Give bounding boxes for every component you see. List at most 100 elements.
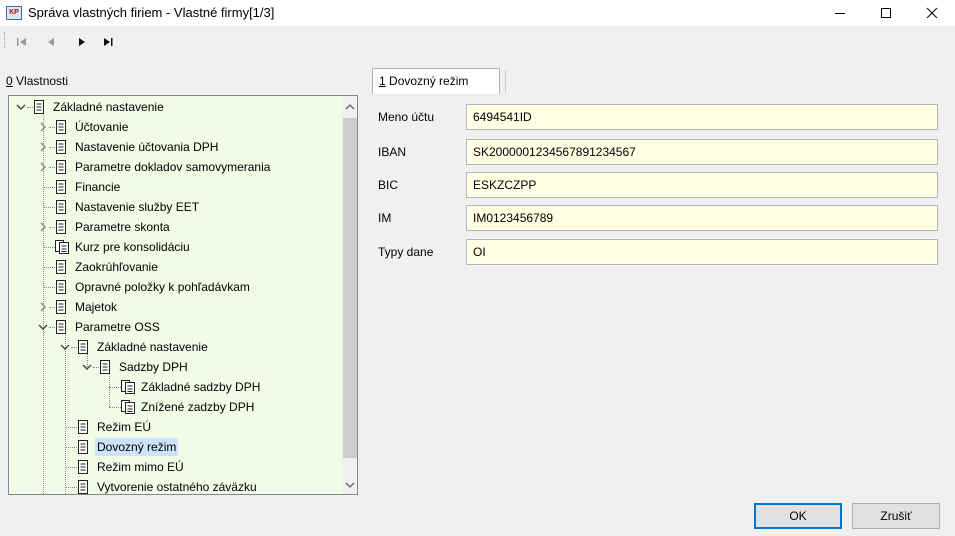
tree-item-label: Parametre skonta — [75, 220, 170, 234]
chevron-up-icon — [345, 103, 355, 109]
tree-item-label: Základné sadzby DPH — [141, 380, 261, 394]
maximize-icon — [881, 8, 891, 18]
tree-scrollbar[interactable] — [342, 96, 357, 494]
chevron-right-icon[interactable] — [37, 137, 49, 157]
tree-connector — [43, 207, 55, 208]
tree-item[interactable]: Základné nastavenie — [9, 337, 341, 357]
last-record-button[interactable] — [100, 36, 116, 48]
im-field[interactable]: IM0123456789 — [466, 205, 938, 231]
tree-item-label: Zaokrúhľovanie — [75, 260, 158, 274]
tree-item-label: Nastavenie služby EET — [75, 200, 200, 214]
tax-types-label: Typy dane — [378, 245, 434, 259]
first-record-button[interactable] — [15, 36, 31, 48]
documents-icon — [55, 240, 69, 254]
tree-item[interactable]: Režim mimo EÚ — [9, 457, 341, 477]
tree-item[interactable]: Režim EÚ — [9, 417, 341, 437]
document-icon — [77, 420, 89, 434]
document-icon — [55, 260, 67, 274]
tree-item-label: Opravné položky k pohľadávkam — [75, 280, 250, 294]
tree-item-label: Sadzby DPH — [119, 360, 188, 374]
document-icon — [33, 100, 45, 114]
tree-item[interactable]: Dovozný režim — [9, 437, 341, 457]
tree-connector — [43, 287, 55, 288]
document-icon — [77, 480, 89, 494]
chevron-down-icon[interactable] — [59, 337, 71, 357]
close-button[interactable] — [909, 0, 955, 26]
tree-item[interactable]: Kurz pre konsolidáciu — [9, 237, 341, 257]
chevron-right-icon[interactable] — [37, 297, 49, 317]
tree-item[interactable]: Financie — [9, 177, 341, 197]
tree-item[interactable]: Opravné položky k pohľadávkam — [9, 277, 341, 297]
scroll-down-button[interactable] — [342, 476, 357, 493]
document-icon — [77, 340, 89, 354]
tax-types-field[interactable]: OI — [466, 239, 938, 265]
scroll-thumb[interactable] — [343, 118, 357, 458]
document-icon — [55, 180, 67, 194]
tree-item-label: Vytvorenie ostatného záväzku — [97, 480, 257, 494]
tree-item[interactable]: Parametre skonta — [9, 217, 341, 237]
chevron-down-icon[interactable] — [81, 357, 93, 377]
tree-item[interactable]: Parametre OSS — [9, 317, 341, 337]
window-title: Správa vlastných firiem - Vlastné firmy[… — [28, 5, 275, 20]
cancel-button[interactable]: Zrušiť — [852, 503, 940, 529]
tree-item-label: Parametre OSS — [75, 320, 160, 334]
documents-icon — [121, 380, 135, 394]
tree-connector — [43, 187, 55, 188]
tree-item[interactable]: Základné sadzby DPH — [9, 377, 341, 397]
close-icon — [926, 7, 938, 19]
tree-item[interactable]: Znížené zadzby DPH — [9, 397, 341, 417]
chevron-down-icon[interactable] — [37, 317, 49, 337]
next-icon — [79, 38, 85, 46]
tree-connector — [65, 427, 77, 428]
tree-item-label: Kurz pre konsolidáciu — [75, 240, 190, 254]
iban-field[interactable]: SK2000001234567891234567 — [466, 139, 938, 165]
navigation-toolbar — [0, 26, 955, 56]
tree-item[interactable]: Vytvorenie ostatného záväzku — [9, 477, 341, 494]
document-icon — [55, 300, 67, 314]
next-record-button[interactable] — [74, 36, 90, 48]
properties-hotkey: 0 — [6, 74, 13, 88]
minimize-button[interactable] — [817, 0, 863, 26]
account-name-field[interactable]: 6494541ID — [466, 104, 938, 130]
app-icon: KP — [6, 6, 22, 20]
document-icon — [55, 200, 67, 214]
tree-item[interactable]: Parametre dokladov samovymerania — [9, 157, 341, 177]
document-icon — [77, 440, 89, 454]
bic-field[interactable]: ESKZCZPP — [466, 172, 938, 198]
chevron-right-icon[interactable] — [37, 157, 49, 177]
tree-item[interactable]: Účtovanie — [9, 117, 341, 137]
tree-item-label: Znížené zadzby DPH — [141, 400, 255, 414]
document-icon — [55, 160, 67, 174]
tree-item[interactable]: Majetok — [9, 297, 341, 317]
tree-connector — [109, 407, 121, 408]
document-icon — [55, 220, 67, 234]
ok-button[interactable]: OK — [754, 503, 842, 529]
tree-item[interactable]: Sadzby DPH — [9, 357, 341, 377]
tree-item-label: Účtovanie — [75, 120, 129, 134]
properties-label: 0 Vlastnosti — [6, 74, 68, 88]
bic-label: BIC — [378, 178, 399, 192]
document-icon — [55, 320, 67, 334]
tree-item-label: Dovozný režim — [95, 438, 179, 456]
previous-icon — [48, 38, 54, 46]
properties-tree[interactable]: Základné nastavenie Účtovanie Nastavenie ú… — [8, 95, 358, 495]
tree-item[interactable]: Nastavenie účtovania DPH — [9, 137, 341, 157]
chevron-down-icon[interactable] — [15, 97, 27, 117]
chevron-right-icon[interactable] — [37, 217, 49, 237]
tab-dovozny-rezim[interactable]: 1 Dovozný režim — [372, 68, 500, 94]
maximize-button[interactable] — [863, 0, 909, 26]
tree-item[interactable]: Zaokrúhľovanie — [9, 257, 341, 277]
iban-label: IBAN — [378, 145, 407, 159]
previous-record-button[interactable] — [43, 36, 59, 48]
im-label: IM — [378, 211, 392, 225]
tree-connector — [65, 487, 77, 488]
tree-connector — [109, 387, 121, 388]
tab-label: Dovozný režim — [385, 74, 469, 88]
tree-item[interactable]: Nastavenie služby EET — [9, 197, 341, 217]
tree-item[interactable]: Základné nastavenie — [9, 97, 341, 117]
scroll-up-button[interactable] — [342, 98, 357, 115]
document-icon — [55, 140, 67, 154]
tree-connector — [65, 447, 77, 448]
chevron-right-icon[interactable] — [37, 117, 49, 137]
tree-item-label: Režim EÚ — [97, 420, 152, 434]
